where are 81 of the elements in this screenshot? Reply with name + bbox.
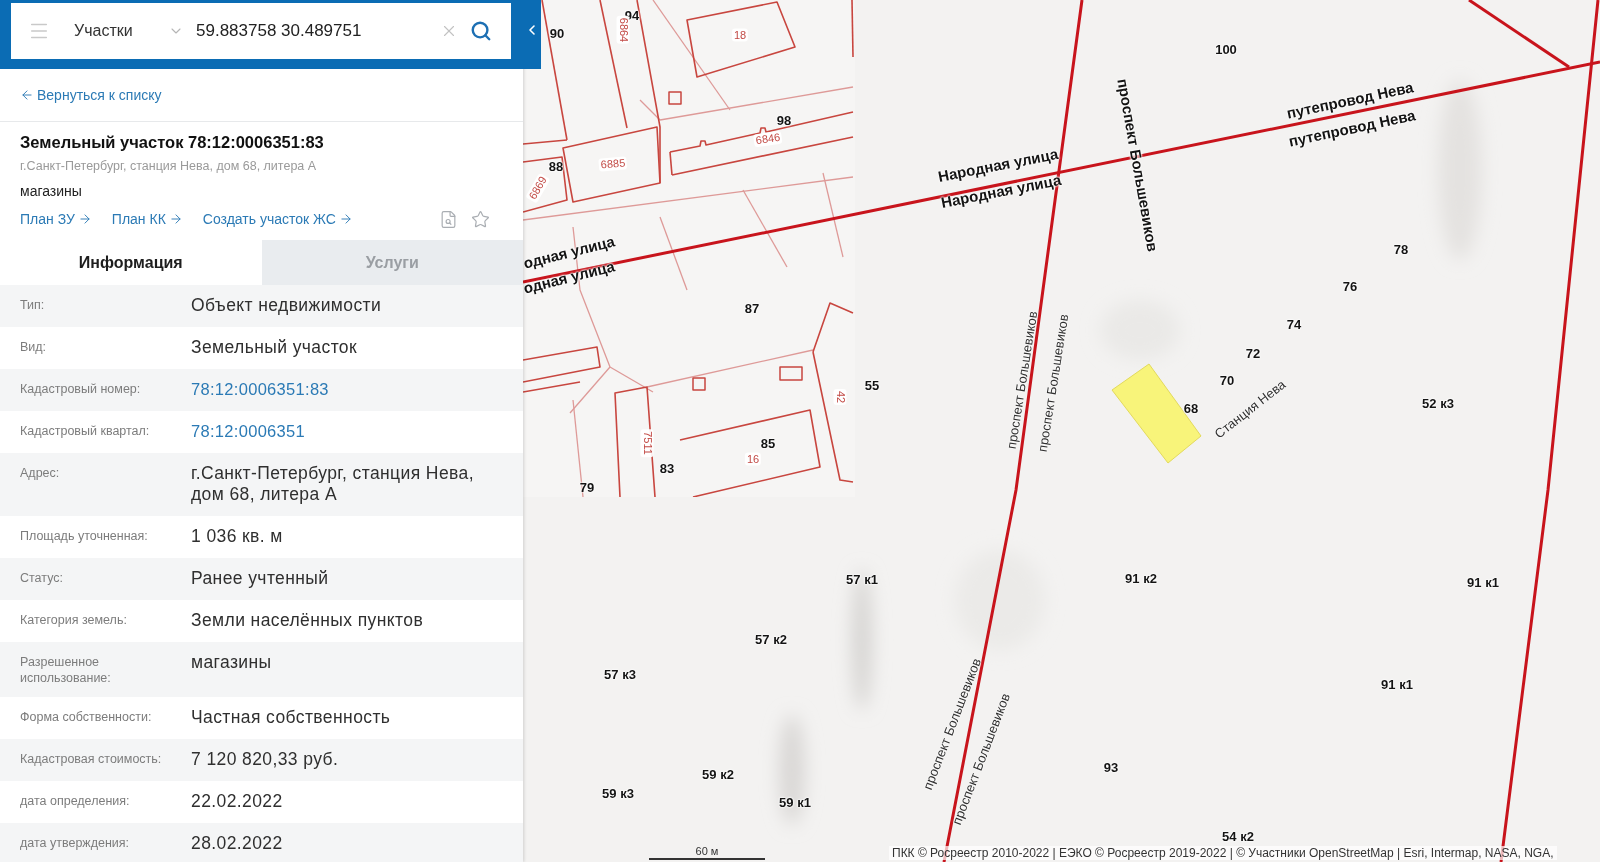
field-value: Объект недвижимости (191, 295, 383, 316)
scale-label: 60 м (695, 845, 719, 858)
field-label: Форма собственности: (20, 709, 153, 725)
field-label: Статус: (20, 570, 64, 586)
house-number: 54 к2 (1222, 829, 1254, 843)
parcel-number: 16 (744, 452, 762, 466)
parcel-number: 7511 (640, 429, 654, 457)
house-number: 52 к3 (1422, 396, 1454, 410)
house-number: 59 к1 (779, 795, 811, 809)
object-title: Земельный участок 78:12:0006351:83 (20, 132, 325, 152)
house-number: 72 (1245, 346, 1261, 360)
favorite-button[interactable] (471, 209, 490, 229)
back-link[interactable]: Вернуться к списку (20, 87, 162, 103)
action-link[interactable]: Создать участок ЖС (202, 211, 353, 227)
house-number: 87 (744, 301, 760, 315)
field-label: Вид: (20, 339, 48, 355)
house-number: 91 к1 (1381, 677, 1413, 691)
field-label: Разрешенное использование: (20, 654, 112, 686)
house-number: 83 (659, 461, 675, 475)
house-number: 93 (1103, 760, 1119, 774)
house-number: 98 (776, 113, 792, 127)
house-number: 68 (1183, 401, 1199, 415)
selected-parcel[interactable] (1111, 363, 1202, 464)
action-link[interactable]: План ЗУ (20, 211, 92, 227)
field-value: Частная собственность (191, 707, 392, 728)
field-value: 1 036 кв. м (191, 526, 284, 547)
field-value: Земли населённых пунктов (191, 610, 425, 631)
house-number: 78 (1393, 242, 1409, 256)
field-value: 7 120 820,33 руб. (191, 749, 340, 770)
star-icon (471, 209, 490, 229)
field-value: 28.02.2022 (191, 833, 284, 854)
house-number: 59 к2 (702, 767, 734, 781)
layer-dropdown[interactable]: Участки (74, 22, 184, 40)
field-value: Ранее учтенный (191, 568, 330, 589)
object-address: г.Санкт-Петербург, станция Нева, дом 68, литера А (20, 158, 318, 174)
house-number: 59 к3 (602, 786, 634, 800)
field-label: Кадастровый квартал: (20, 423, 151, 439)
field-value: г.Санкт-Петербург, станция Нева, дом 68, литера А (191, 463, 475, 505)
house-number: 79 (579, 480, 595, 494)
house-number: 85 (760, 436, 776, 450)
field-label: Кадастровый номер: (20, 381, 142, 397)
field-label: дата определения: (20, 793, 131, 809)
field-label: дата утверждения: (20, 835, 131, 851)
field-value: 22.02.2022 (191, 791, 284, 812)
field-link[interactable]: 78:12:0006351 (191, 421, 305, 442)
field-label: Кадастровая стоимость: (20, 751, 163, 767)
file-search-icon (439, 209, 458, 229)
field-value: магазины (191, 652, 273, 673)
house-number: 57 к1 (846, 572, 878, 586)
search-button[interactable] (470, 20, 492, 42)
collapse-button[interactable] (523, 0, 541, 69)
house-number: 57 к2 (755, 632, 787, 646)
arrow-right-icon (168, 212, 183, 226)
search-icon (470, 20, 492, 42)
field-value: Земельный участок (191, 337, 359, 358)
house-number: 100 (1215, 42, 1237, 56)
action-link[interactable]: План КК (111, 211, 183, 227)
street-label: проспект Большевиков (1004, 310, 1040, 450)
field-link[interactable]: 78:12:0006351:83 (191, 379, 329, 400)
search-bar[interactable]: Участки 59.883758 30.489751 (11, 3, 511, 59)
street-label: проспект Большевиков (1115, 77, 1161, 253)
house-number: 74 (1286, 317, 1302, 331)
object-usage: магазины (20, 182, 83, 200)
field-label: Адрес: (20, 465, 61, 481)
attribution-text: ПКК © Росреестр 2010-2022 | ЕЭКО © Росреестр 2019-2022 | © Участники OpenStreetMap | Esri, Intermap, NASA, NGA, (889, 846, 1557, 860)
house-number: 91 к2 (1125, 571, 1157, 585)
field-label: Тип: (20, 297, 46, 313)
house-number: 57 к3 (604, 667, 636, 681)
search-field[interactable]: 59.883758 30.489751 (192, 16, 440, 46)
preview-button[interactable] (439, 209, 458, 229)
house-number: 88 (548, 159, 564, 173)
house-number: 90 (549, 26, 565, 40)
arrow-right-icon (77, 212, 92, 226)
house-number: 76 (1342, 279, 1358, 293)
parcel-number: 18 (731, 28, 749, 42)
house-number: 91 к1 (1467, 575, 1499, 589)
house-number: 70 (1219, 373, 1235, 387)
arrow-right-icon (338, 212, 353, 226)
field-label: Площадь уточненная: (20, 528, 149, 544)
house-number: 55 (864, 378, 880, 392)
field-label: Категория земель: (20, 612, 128, 628)
